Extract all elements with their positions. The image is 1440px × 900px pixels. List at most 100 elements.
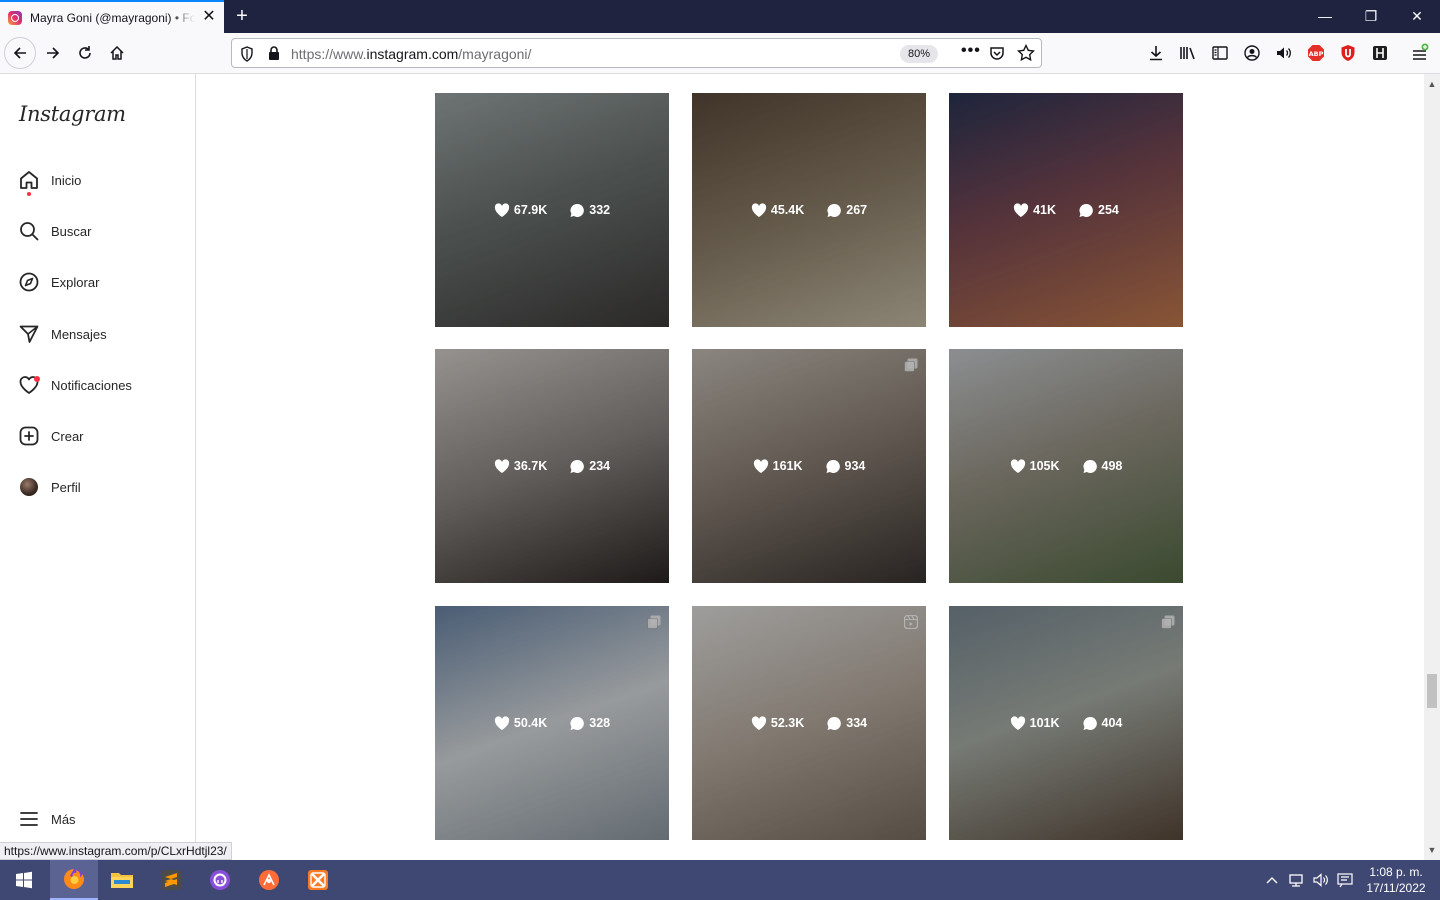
tab-bar: Mayra Goni (@mayragoni) • Fotos y videos… (0, 0, 1440, 33)
likes-value: 45.4K (770, 203, 805, 217)
likes-count: 52.3K (751, 715, 805, 731)
post-thumbnail[interactable]: 45.4K 267 (692, 93, 926, 327)
post-thumbnail[interactable]: 67.9K 332 (435, 93, 669, 327)
input-indicator-icon[interactable] (1334, 860, 1356, 900)
post-thumbnail[interactable]: 41K 254 (949, 93, 1183, 327)
post-hover-overlay: 45.4K 267 (692, 93, 926, 327)
reload-button[interactable] (69, 37, 101, 69)
comments-value: 332 (589, 203, 611, 217)
forward-button[interactable] (37, 37, 69, 69)
ublock-shield-icon[interactable] (1338, 43, 1358, 63)
likes-count: 36.7K (494, 458, 547, 474)
comments-value: 334 (846, 716, 868, 730)
heart-icon (18, 374, 40, 396)
comments-value: 404 (1101, 716, 1123, 730)
zoom-level-badge[interactable]: 80% (900, 45, 938, 63)
tracking-protection-shield-icon[interactable] (240, 46, 254, 65)
page-actions-menu-icon[interactable]: ••• (961, 42, 981, 60)
home-button[interactable] (101, 37, 133, 69)
windows-taskbar: 1:08 p. m. 17/11/2022 (0, 860, 1440, 900)
arrow-left-icon (13, 47, 26, 59)
back-button[interactable] (4, 37, 36, 69)
url-text[interactable]: https://www.instagram.com/mayragoni/ (291, 46, 531, 62)
adblock-plus-icon[interactable]: ABP (1306, 43, 1326, 63)
likes-count: 41K (1013, 202, 1056, 218)
page-scrollbar[interactable]: ▲ ▼ (1424, 74, 1440, 860)
comment-icon (570, 203, 585, 217)
likes-value: 52.3K (770, 716, 805, 730)
sidebar-item-crear[interactable]: Crear (18, 423, 84, 449)
bookmark-star-icon[interactable] (1016, 43, 1036, 65)
scroll-up-arrow-icon[interactable]: ▲ (1424, 76, 1440, 92)
window-restore-button[interactable]: ❐ (1348, 0, 1394, 33)
sidebar-item-notificaciones[interactable]: Notificaciones (18, 372, 132, 398)
account-icon[interactable] (1242, 43, 1262, 63)
url-path: /mayragoni/ (458, 46, 532, 62)
network-icon[interactable] (1286, 860, 1308, 900)
lock-icon[interactable] (268, 46, 280, 64)
window-minimize-button[interactable]: — (1302, 0, 1348, 33)
library-icon[interactable] (1178, 43, 1198, 63)
sidebar-item-label: Inicio (51, 172, 82, 188)
post-hover-overlay: 50.4K 328 (435, 606, 669, 840)
instagram-logo[interactable]: Instagram (19, 102, 126, 126)
system-clock[interactable]: 1:08 p. m. 17/11/2022 (1356, 864, 1436, 896)
clock-date: 17/11/2022 (1366, 881, 1426, 895)
pocket-icon[interactable] (989, 45, 1005, 64)
postman-taskbar-icon[interactable] (245, 860, 293, 900)
post-thumbnail[interactable]: 50.4K 328 (435, 606, 669, 840)
windows-start-icon[interactable] (0, 860, 48, 900)
sidebar-item-explorar[interactable]: Explorar (18, 269, 99, 295)
post-hover-overlay: 101K 404 (949, 606, 1183, 840)
speaker-icon[interactable] (1274, 43, 1294, 63)
instagram-favicon-icon (8, 10, 22, 25)
scrollbar-thumb[interactable] (1427, 674, 1437, 708)
window-close-button[interactable]: ✕ (1394, 0, 1440, 33)
post-thumbnail[interactable]: 105K 498 (949, 349, 1183, 583)
address-bar[interactable]: https://www.instagram.com/mayragoni/ 80%… (231, 38, 1042, 68)
sublime-text-taskbar-icon[interactable] (147, 860, 195, 900)
likes-count: 45.4K (751, 202, 805, 218)
post-hover-overlay: 52.3K 334 (692, 606, 926, 840)
xampp-taskbar-icon[interactable] (294, 860, 342, 900)
notification-dot (27, 192, 31, 196)
menu-hamburger-icon[interactable] (1410, 43, 1430, 63)
likes-value: 161K (772, 459, 803, 473)
scroll-down-arrow-icon[interactable]: ▼ (1424, 842, 1440, 858)
post-thumbnail[interactable]: 101K 404 (949, 606, 1183, 840)
post-thumbnail[interactable]: 52.3K 334 (692, 606, 926, 840)
heart-icon (494, 202, 510, 217)
sidebar-item-label: Crear (51, 428, 84, 444)
sidebar-toggle-icon[interactable] (1210, 43, 1230, 63)
file-explorer-taskbar-icon[interactable] (98, 860, 146, 900)
firefox-taskbar-icon[interactable] (50, 860, 98, 900)
post-thumbnail[interactable]: 161K 934 (692, 349, 926, 583)
url-domain: instagram.com (366, 46, 459, 62)
comments-count: 267 (826, 203, 867, 218)
sidebar-item-inicio[interactable]: Inicio (18, 167, 82, 196)
comments-count: 334 (826, 716, 867, 731)
tab-close-icon[interactable]: ✕ (200, 8, 218, 26)
downloads-icon[interactable] (1146, 43, 1166, 63)
likes-count: 50.4K (494, 715, 547, 731)
github-desktop-taskbar-icon[interactable] (196, 860, 244, 900)
likes-count: 161K (753, 458, 803, 474)
sidebar-item-perfil[interactable]: Perfil (18, 474, 81, 500)
extension-icon[interactable] (1370, 43, 1390, 63)
plus-square-icon (18, 425, 40, 447)
show-hidden-icons-chevron-icon[interactable] (1262, 860, 1282, 900)
post-hover-overlay: 67.9K 332 (435, 93, 669, 327)
post-thumbnail[interactable]: 36.7K 234 (435, 349, 669, 583)
new-tab-button[interactable]: + (230, 3, 254, 29)
post-hover-overlay: 41K 254 (949, 93, 1183, 327)
browser-tab-active[interactable]: Mayra Goni (@mayragoni) • Fotos y videos… (0, 0, 224, 33)
comment-icon (570, 716, 585, 730)
comment-icon (1083, 716, 1097, 730)
sidebar-item-mas[interactable]: Más (18, 806, 76, 832)
avatar (20, 478, 38, 496)
sidebar-item-buscar[interactable]: Buscar (18, 218, 91, 244)
sidebar-item-label: Explorar (51, 274, 100, 290)
volume-icon[interactable] (1310, 860, 1332, 900)
sidebar-item-mensajes[interactable]: Mensajes (18, 321, 107, 347)
comment-icon (1079, 203, 1093, 217)
